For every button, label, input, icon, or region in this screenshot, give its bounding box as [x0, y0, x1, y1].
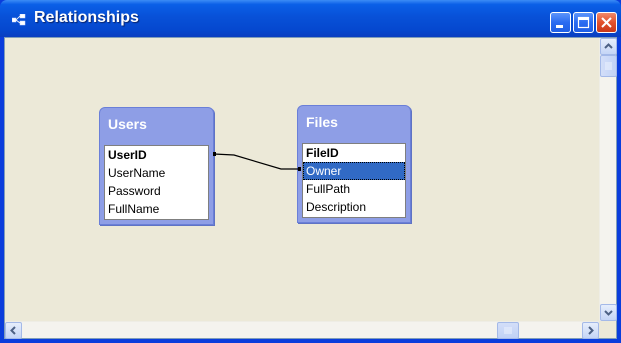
relationships-pane: Users UserID UserName Password FullName …	[4, 37, 617, 339]
scroll-up-button[interactable]	[600, 38, 617, 55]
vertical-scroll-thumb[interactable]	[600, 55, 617, 77]
maximize-button[interactable]	[573, 12, 594, 33]
relationships-window: Relationships Users UserID UserName Pass…	[0, 0, 621, 343]
minimize-icon	[556, 25, 563, 28]
scroll-down-button[interactable]	[600, 304, 617, 321]
close-icon	[601, 17, 612, 28]
relationships-canvas[interactable]: Users UserID UserName Password FullName …	[5, 38, 599, 321]
window-title: Relationships	[34, 9, 139, 26]
scroll-up-icon	[604, 43, 613, 49]
maximize-icon	[577, 16, 590, 29]
minimize-button[interactable]	[550, 12, 571, 33]
size-grip	[599, 321, 616, 338]
scroll-down-icon	[604, 310, 613, 316]
grip-icon	[605, 62, 612, 70]
title-bar[interactable]: Relationships	[0, 0, 621, 37]
relationship-line[interactable]	[5, 38, 599, 321]
scroll-right-button[interactable]	[582, 322, 599, 339]
scroll-left-button[interactable]	[5, 322, 22, 339]
grip-icon	[504, 327, 512, 334]
close-button[interactable]	[596, 12, 617, 33]
scroll-right-icon	[588, 326, 594, 335]
scroll-left-icon	[10, 326, 16, 335]
vertical-scrollbar[interactable]	[599, 38, 617, 321]
relationships-icon[interactable]	[11, 13, 26, 26]
horizontal-scrollbar[interactable]	[5, 321, 599, 339]
horizontal-scroll-thumb[interactable]	[497, 322, 519, 339]
